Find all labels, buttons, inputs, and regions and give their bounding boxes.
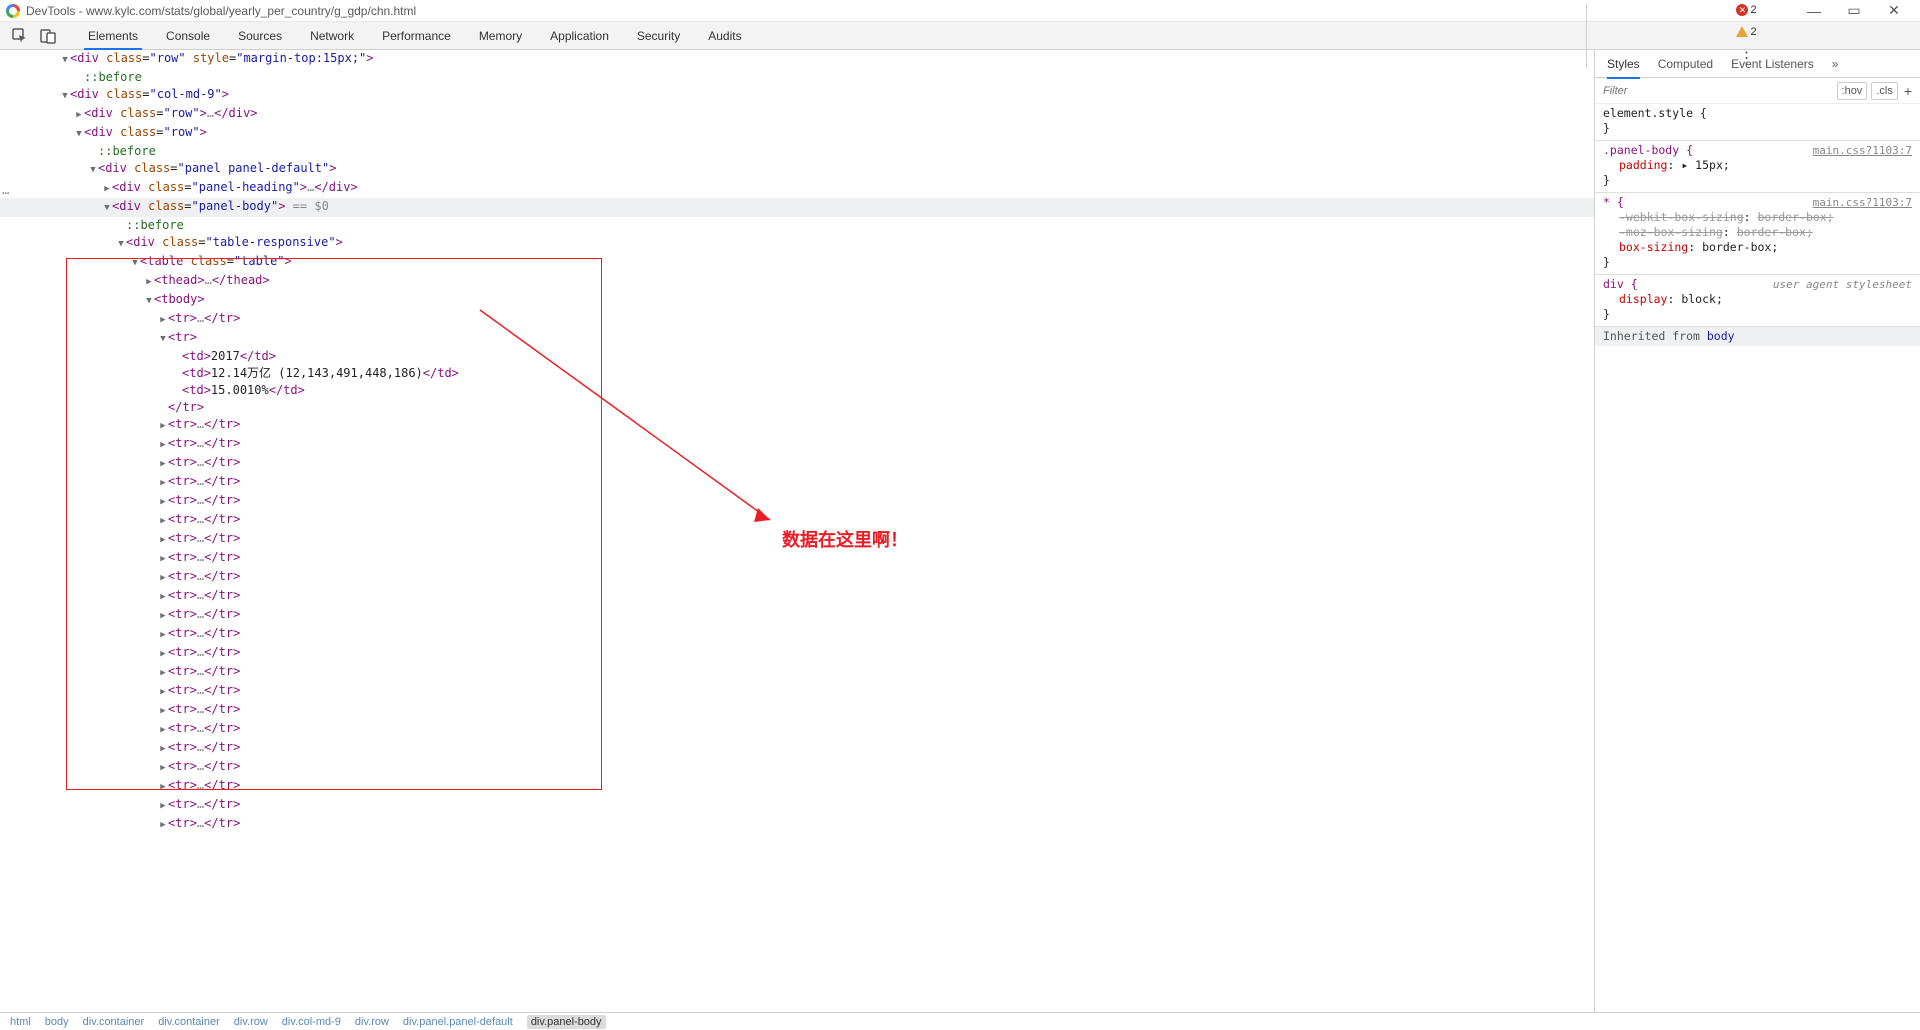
new-style-rule-button[interactable]: + [1904, 83, 1912, 99]
cls-button[interactable]: .cls [1871, 82, 1898, 100]
tab-event-listeners[interactable]: Event Listeners [1731, 57, 1814, 71]
warning-count: 2 [1750, 26, 1756, 38]
tab-computed[interactable]: Computed [1658, 57, 1713, 71]
styles-filter-input[interactable] [1603, 85, 1833, 97]
breadcrumb-item[interactable]: div.col-md-9 [282, 1016, 341, 1028]
styles-filter-row: :hov .cls + [1595, 78, 1920, 104]
chrome-icon [6, 4, 20, 18]
hov-button[interactable]: :hov [1837, 82, 1868, 100]
device-toggle-icon[interactable] [36, 25, 60, 47]
warning-badge[interactable]: 2 [1736, 26, 1756, 38]
more-tabs-icon[interactable]: » [1832, 57, 1839, 71]
breadcrumb-item[interactable]: html [10, 1016, 31, 1028]
tab-elements[interactable]: Elements [84, 23, 142, 49]
devtools-toolbar: Elements Console Sources Network Performance… [0, 22, 1920, 50]
breadcrumb-item[interactable]: div.panel.panel-default [403, 1016, 513, 1028]
tab-memory[interactable]: Memory [475, 23, 526, 49]
tab-performance[interactable]: Performance [378, 23, 455, 49]
error-count: 2 [1750, 4, 1756, 16]
breadcrumb-item[interactable]: div.panel-body [527, 1015, 606, 1029]
tab-network[interactable]: Network [306, 23, 358, 49]
tab-console[interactable]: Console [162, 23, 214, 49]
error-badge[interactable]: ✕2 [1736, 4, 1756, 16]
panel-tabs: Elements Console Sources Network Performance… [84, 23, 746, 49]
window-title: DevTools - www.kylc.com/stats/global/yea… [26, 4, 416, 18]
tab-application[interactable]: Application [546, 23, 613, 49]
breadcrumb[interactable]: html body div.container div.container div.ro… [0, 1012, 1920, 1030]
styles-rules[interactable]: element.style {}main.css?1103:7.panel-bo… [1595, 104, 1920, 1012]
inspect-icon[interactable] [8, 25, 32, 47]
tab-security[interactable]: Security [633, 23, 684, 49]
breadcrumb-item[interactable]: div.container [158, 1016, 220, 1028]
breadcrumb-item[interactable]: div.row [355, 1016, 389, 1028]
breadcrumb-item[interactable]: body [45, 1016, 69, 1028]
tab-audits[interactable]: Audits [704, 23, 745, 49]
styles-panel: Styles Computed Event Listeners » :hov .… [1594, 50, 1920, 1012]
annotation-text: 数据在这里啊！ [782, 532, 908, 549]
breadcrumb-item[interactable]: div.container [83, 1016, 145, 1028]
styles-tabs: Styles Computed Event Listeners » [1595, 50, 1920, 78]
breadcrumb-item[interactable]: div.row [234, 1016, 268, 1028]
tab-styles[interactable]: Styles [1607, 57, 1640, 71]
tab-sources[interactable]: Sources [234, 23, 286, 49]
elements-panel[interactable]: <div class="row" style="margin-top:15px;… [0, 50, 1594, 1012]
